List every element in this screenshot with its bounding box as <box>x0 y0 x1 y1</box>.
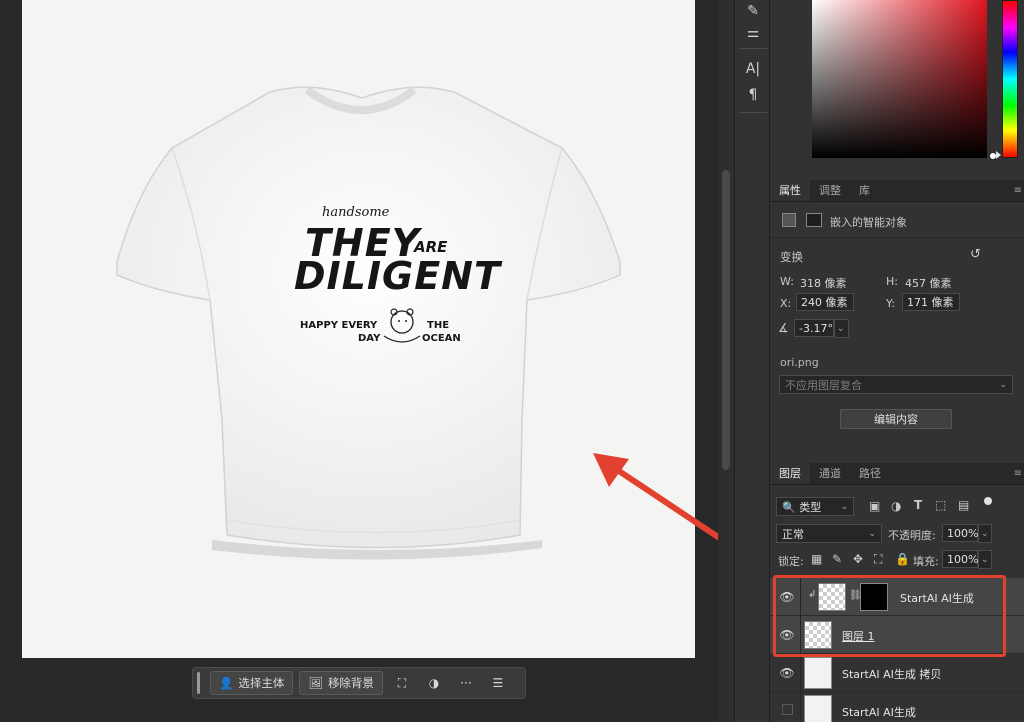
layer-filter-dropdown[interactable]: 🔍 类型 ⌄ <box>776 497 854 516</box>
tab-channels[interactable]: 通道 <box>810 462 850 484</box>
filter-type-icon[interactable]: T <box>914 498 922 512</box>
print-diligent: DILIGENT <box>294 254 501 298</box>
tab-libraries[interactable]: 库 <box>850 179 879 201</box>
remove-background-label: 移除背景 <box>327 676 374 690</box>
filter-smart-object-icon[interactable]: ▤ <box>958 498 969 512</box>
tab-adjustments[interactable]: 调整 <box>810 179 850 201</box>
print-happy-every: HAPPY EVERY <box>300 320 378 331</box>
select-subject-button[interactable]: 👤 选择主体 <box>210 671 294 695</box>
eye-hidden-icon[interactable] <box>782 704 793 715</box>
width-value[interactable]: 318 像素 <box>800 275 847 291</box>
annotation-highlight-box <box>773 575 1006 657</box>
layer-row[interactable]: StartAI AI生成 <box>770 692 1024 722</box>
layer-comp-placeholder: 不应用图层复合 <box>785 378 862 392</box>
contextual-task-bar: 👤 选择主体 🖼 移除背景 ⛶ ◑ ··· ☰ <box>192 667 526 699</box>
lock-paint-brush-icon[interactable]: ✎ <box>832 552 842 566</box>
angle-icon: ∡ <box>778 321 789 335</box>
blend-mode-value: 正常 <box>782 527 804 541</box>
layer-thumbnail[interactable] <box>804 695 832 722</box>
more-options-button[interactable]: ··· <box>453 671 479 695</box>
print-handsome: handsome <box>322 205 390 220</box>
drag-handle[interactable] <box>197 672 200 694</box>
fill-field[interactable]: 100% <box>942 550 978 568</box>
filter-adjustment-icon[interactable]: ◑ <box>891 499 901 513</box>
edit-contents-button[interactable]: 编辑内容 <box>840 409 952 429</box>
character-panel-icon[interactable]: A| <box>735 58 771 80</box>
scrollbar-thumb[interactable] <box>722 170 730 470</box>
layer-name[interactable]: StartAI AI生成 拷贝 <box>842 666 941 682</box>
person-icon: 👤 <box>219 676 234 690</box>
filter-kind-label: 类型 <box>799 500 822 514</box>
filter-toggle-icon[interactable] <box>984 497 992 505</box>
object-type-label: 嵌入的智能对象 <box>830 216 907 229</box>
height-label: H: <box>886 275 898 288</box>
transform-heading: 变换 <box>780 250 803 264</box>
print-the: THE <box>427 320 450 331</box>
fill-dropdown[interactable]: ⌄ <box>978 550 992 569</box>
print-ocean: OCEAN <box>422 333 461 344</box>
brush-icon[interactable]: ✎ <box>735 0 771 22</box>
filter-pixel-icon[interactable]: ▣ <box>869 499 880 513</box>
canvas-vertical-scrollbar[interactable] <box>718 0 734 722</box>
hue-slider-handle[interactable] <box>996 151 1001 159</box>
properties-tabs: 属性 调整 库 ≡ <box>770 179 1024 202</box>
width-label: W: <box>780 275 794 288</box>
y-label: Y: <box>886 297 895 310</box>
search-icon: 🔍 <box>782 500 796 514</box>
paragraph-panel-icon[interactable]: ¶ <box>735 84 771 106</box>
reset-transform-icon[interactable]: ↺ <box>970 247 981 262</box>
lock-all-icon[interactable]: 🔒 <box>895 552 910 566</box>
layer-comp-dropdown[interactable]: 不应用图层复合 ⌄ <box>779 375 1013 394</box>
lock-position-icon[interactable]: ✥ <box>853 552 863 566</box>
panel-menu-icon[interactable]: ≡ <box>1014 185 1022 196</box>
opacity-dropdown[interactable]: ⌄ <box>978 524 992 543</box>
lock-transparent-icon[interactable]: ▦ <box>811 552 822 566</box>
settings-sliders-icon[interactable]: ☰ <box>485 671 511 695</box>
angle-dropdown[interactable]: ⌄ <box>834 319 849 338</box>
remove-background-button[interactable]: 🖼 移除背景 <box>299 671 383 695</box>
print-day: DAY <box>358 333 381 344</box>
tab-paths[interactable]: 路径 <box>850 462 890 484</box>
eye-icon[interactable]: 👁 <box>779 666 794 680</box>
lock-artboard-icon[interactable]: ⛶ <box>874 552 882 567</box>
angle-field[interactable]: -3.17° <box>794 319 834 337</box>
adjust-sliders-icon[interactable]: ⚌ <box>735 22 771 44</box>
filter-shape-icon[interactable]: ⬚ <box>935 498 946 512</box>
fill-label: 填充: <box>913 555 939 568</box>
hue-slider[interactable] <box>1002 0 1018 158</box>
mask-icon[interactable] <box>806 213 822 227</box>
layer-row[interactable]: 👁 StartAI AI生成 拷贝 <box>770 654 1024 692</box>
panel-icon-strip: ✎ ⚌ A| ¶ <box>734 0 770 722</box>
layer-name[interactable]: StartAI AI生成 <box>842 704 916 720</box>
tab-properties[interactable]: 属性 <box>770 179 810 201</box>
color-picker-field[interactable] <box>812 0 987 158</box>
opacity-field[interactable]: 100% <box>942 524 978 542</box>
lock-label: 锁定: <box>778 555 804 568</box>
image-icon: 🖼 <box>308 676 323 690</box>
smart-object-filename: ori.png <box>780 356 819 369</box>
layers-panel-menu-icon[interactable]: ≡ <box>1014 468 1022 479</box>
transform-icon[interactable]: ⛶ <box>389 671 415 695</box>
smart-object-icon <box>782 213 796 227</box>
y-position-field[interactable]: 171 像素 <box>902 293 960 311</box>
adjustment-icon[interactable]: ◑ <box>421 671 447 695</box>
select-subject-label: 选择主体 <box>238 676 285 690</box>
blend-mode-dropdown[interactable]: 正常 ⌄ <box>776 524 882 543</box>
height-value[interactable]: 457 像素 <box>905 275 952 291</box>
x-position-field[interactable]: 240 像素 <box>796 293 854 311</box>
x-label: X: <box>780 297 792 310</box>
layers-tabs: 图层 通道 路径 ≡ <box>770 462 1024 485</box>
layer-thumbnail[interactable] <box>804 657 832 689</box>
opacity-label: 不透明度: <box>888 529 936 542</box>
tab-layers[interactable]: 图层 <box>770 462 810 484</box>
